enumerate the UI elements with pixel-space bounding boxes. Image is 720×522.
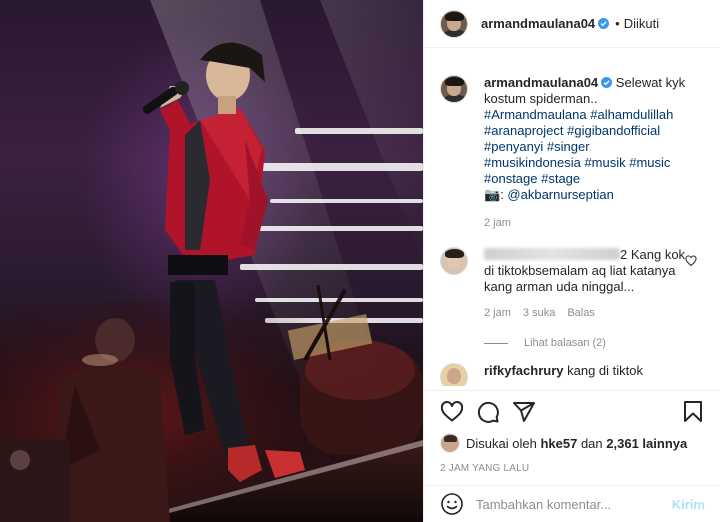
action-icons xyxy=(440,391,705,433)
liked-by-count[interactable]: 2,361 lainnya xyxy=(606,436,687,451)
add-comment-bar: Kirim xyxy=(424,485,720,522)
comment-item: 2 Kang kok di tiktokbsemalam aq liat kat… xyxy=(424,247,720,349)
comment-body: kang di tiktok xyxy=(567,363,643,378)
liked-by-prefix: Disukai oleh xyxy=(466,435,537,451)
verified-badge-icon xyxy=(598,18,610,29)
concert-photo-illustration xyxy=(0,0,423,522)
caption-time[interactable]: 2 jam xyxy=(484,217,511,229)
verified-badge-icon xyxy=(601,77,613,88)
replies-line xyxy=(484,342,508,344)
emoji-smiley-icon[interactable] xyxy=(440,492,464,516)
commenter-avatar[interactable] xyxy=(440,363,468,386)
commenter-username-blurred[interactable] xyxy=(484,248,620,260)
comment-meta: 2 jam 3 suka Balas xyxy=(484,307,687,319)
post-timestamp[interactable]: 2 JAM YANG LALU xyxy=(440,463,705,474)
comment-likes[interactable]: 3 suka xyxy=(523,307,555,319)
post-actions: Disukai oleh hke57 dan 2,361 lainnya 2 J… xyxy=(424,390,720,474)
post-comment-button[interactable]: Kirim xyxy=(672,497,705,512)
reply-button[interactable]: Balas xyxy=(567,307,595,319)
liked-by-row: Disukai oleh hke57 dan 2,361 lainnya xyxy=(440,433,705,453)
save-bookmark-icon[interactable] xyxy=(681,400,705,424)
caption-username[interactable]: armandmaulana04 xyxy=(484,75,598,90)
comment-text: rifkyfachrury kang di tiktok xyxy=(484,363,687,379)
post-header: armandmaulana04 • Diikuti xyxy=(424,0,720,48)
caption-hashtags[interactable]: #Armandmaulana #alhamdulillah #aranaproj… xyxy=(484,107,673,186)
post-side-panel: armandmaulana04 • Diikuti armandmaulana0… xyxy=(423,0,720,522)
photo-credit-link[interactable]: @akbarnurseptian xyxy=(507,187,613,202)
comment-item: rifkyfachrury kang di tiktok xyxy=(424,363,720,386)
liker-avatar[interactable] xyxy=(440,433,460,453)
liked-by-user[interactable]: hke57 xyxy=(540,436,577,451)
view-replies-button[interactable]: Lihat balasan (2) xyxy=(484,337,687,349)
caption-text: armandmaulana04 Selewat kyk kostum spide… xyxy=(484,75,686,202)
caption-avatar[interactable] xyxy=(440,75,468,103)
caption-item: armandmaulana04 Selewat kyk kostum spide… xyxy=(424,75,720,229)
separator-dot: • xyxy=(615,16,620,31)
author-username[interactable]: armandmaulana04 xyxy=(481,16,595,31)
share-paper-plane-icon[interactable] xyxy=(512,400,536,424)
comment-text: 2 Kang kok di tiktokbsemalam aq liat kat… xyxy=(484,247,687,295)
comment-time[interactable]: 2 jam xyxy=(484,307,511,319)
commenter-username[interactable]: rifkyfachrury xyxy=(484,363,563,378)
camera-icon: 📷 xyxy=(484,187,501,202)
post-photo[interactable] xyxy=(0,0,423,522)
comment-input[interactable] xyxy=(476,496,672,512)
comments-list[interactable]: armandmaulana04 Selewat kyk kostum spide… xyxy=(424,63,720,386)
comment-bubble-icon[interactable] xyxy=(476,400,500,424)
liked-by-and: dan xyxy=(580,435,603,451)
like-heart-icon[interactable] xyxy=(440,400,464,424)
commenter-avatar[interactable] xyxy=(440,247,468,275)
caption-meta: 2 jam xyxy=(484,217,687,229)
view-replies-label: Lihat balasan (2) xyxy=(524,337,606,349)
author-avatar[interactable] xyxy=(440,9,468,38)
like-comment-heart-icon[interactable] xyxy=(685,255,697,267)
follow-status-button[interactable]: Diikuti xyxy=(624,16,659,31)
